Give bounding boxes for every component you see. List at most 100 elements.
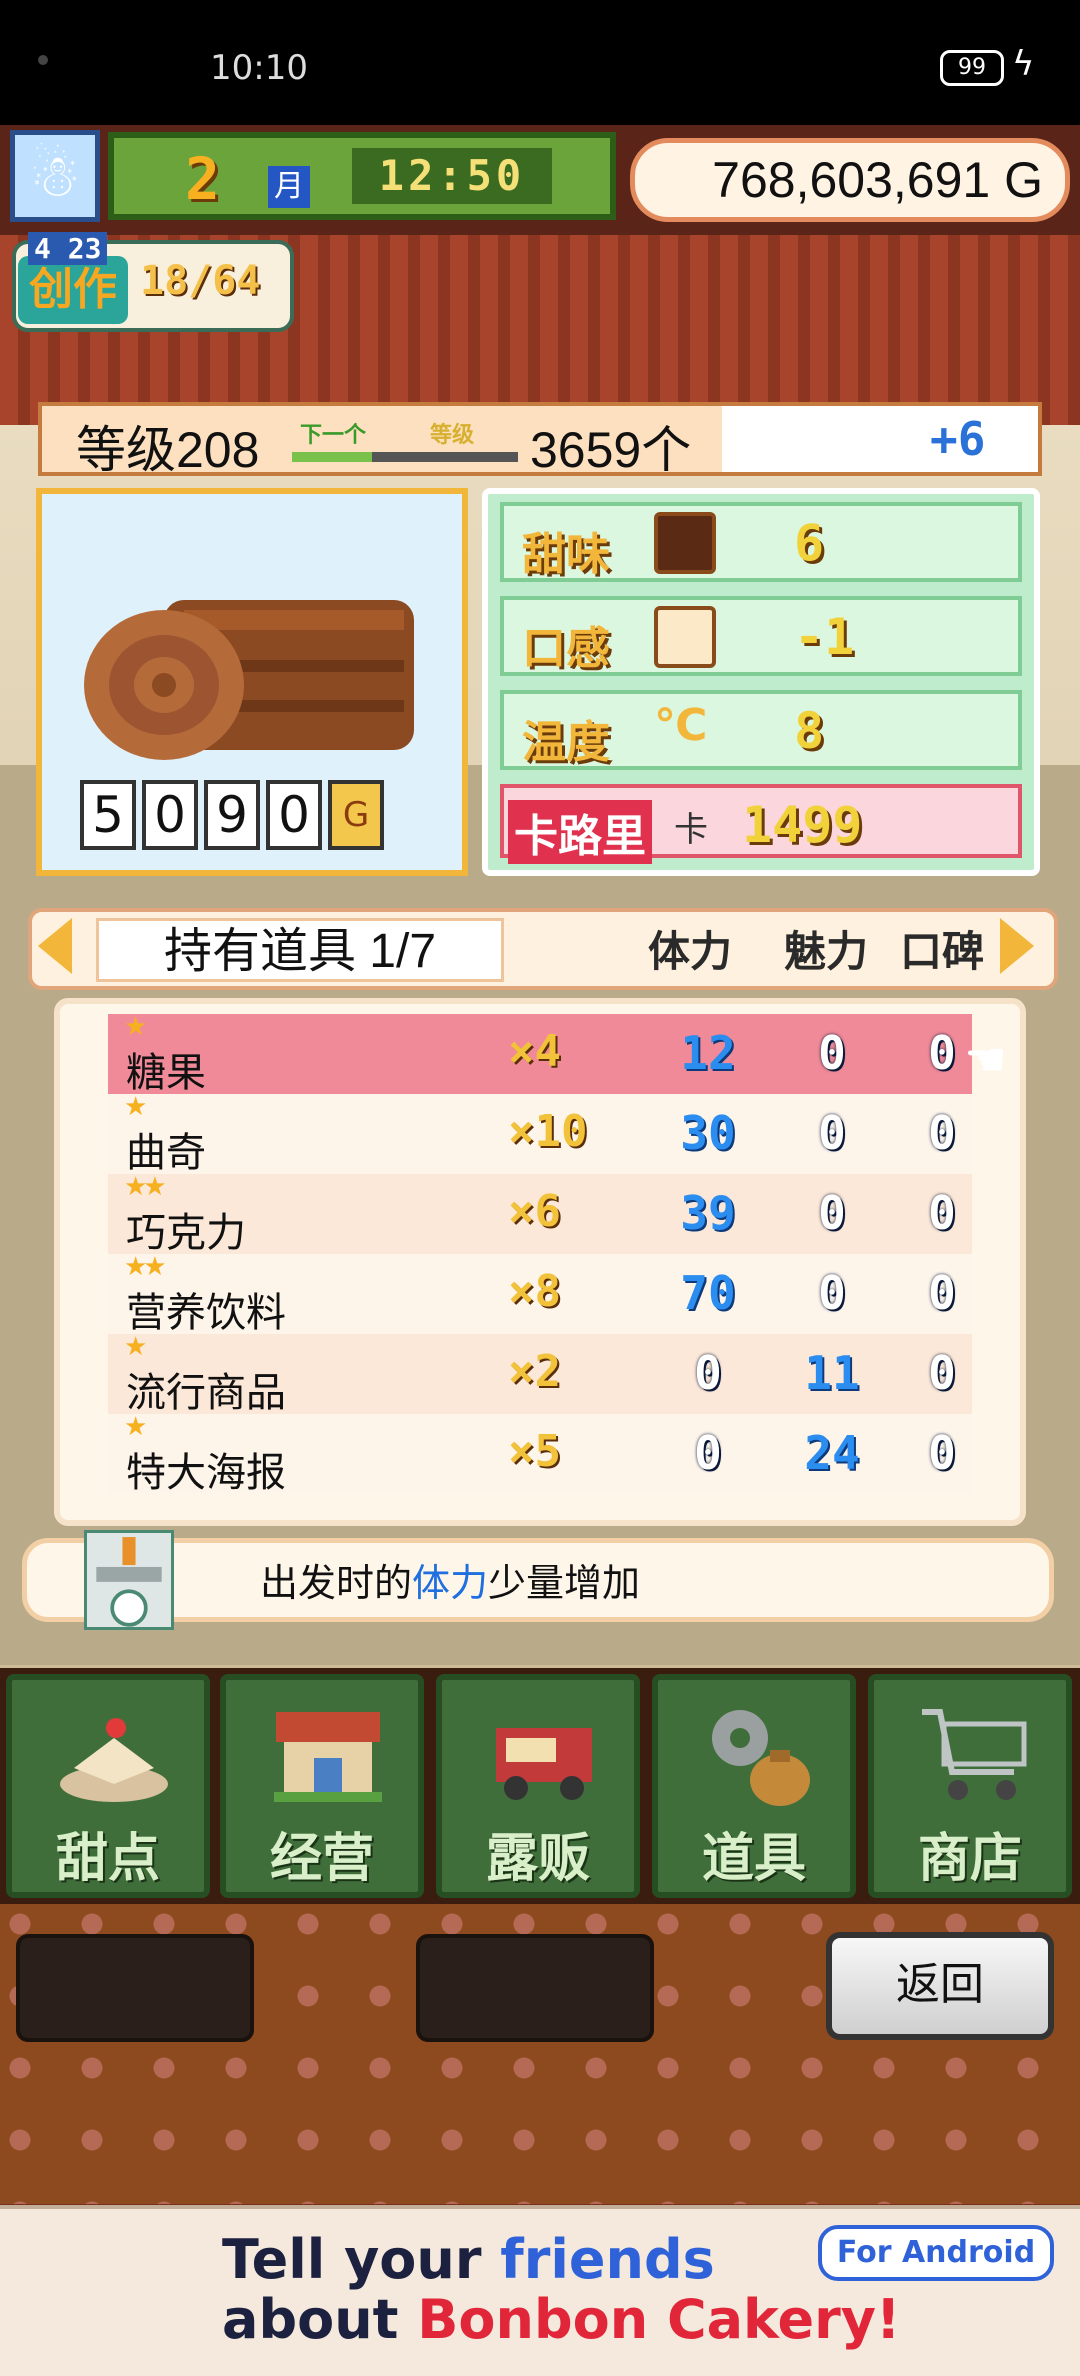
- rarity-stars: ★★: [124, 1172, 167, 1202]
- empty-slot: [16, 1934, 254, 2042]
- stat-label: 口感: [522, 623, 610, 674]
- inventory-row[interactable]: ★ 特大海报 ×5 0 24 0: [108, 1412, 972, 1495]
- price-digit: 5: [80, 780, 136, 850]
- rarity-stars: ★: [124, 1012, 147, 1042]
- menu-label: 商店: [917, 1829, 1022, 1889]
- item-quantity: ×10: [508, 1106, 588, 1157]
- item-stamina: 39: [680, 1186, 736, 1240]
- ad-android-badge: For Android: [818, 2225, 1054, 2281]
- item-name: 巧克力: [126, 1211, 246, 1255]
- stat-label: 甜味: [522, 529, 610, 580]
- month-label: 月: [268, 166, 310, 208]
- snowman-icon[interactable]: ☃: [10, 130, 100, 222]
- ad-highlight: friends: [500, 2228, 715, 2291]
- level-bar-level-label: 等级: [430, 422, 474, 448]
- item-reputation: 0: [928, 1106, 956, 1160]
- status-bar: [0, 0, 1080, 125]
- description-prefix: 出发时的: [260, 1563, 413, 1605]
- pointer-hand-icon: ☚: [964, 1032, 1008, 1088]
- item-quantity: ×4: [508, 1026, 561, 1077]
- description-suffix: 少量增加: [488, 1563, 641, 1605]
- level-text: 等级208: [76, 422, 260, 478]
- inventory-row[interactable]: ★★ 巧克力 ×6 39 0 0: [108, 1172, 972, 1255]
- menu-label: 露贩: [485, 1829, 590, 1889]
- item-charm: 24: [804, 1426, 860, 1480]
- prev-page-arrow[interactable]: [38, 918, 72, 974]
- item-quantity: ×6: [508, 1186, 561, 1237]
- item-description: 出发时的体力少量增加: [260, 1552, 640, 1607]
- menu-button-items[interactable]: 道具: [652, 1674, 856, 1898]
- stat-value: -1: [794, 608, 855, 666]
- month-number: 2: [185, 145, 220, 213]
- item-charm: 0: [818, 1186, 846, 1240]
- item-quantity: ×2: [508, 1346, 561, 1397]
- ad-line-1: Tell your friends: [222, 2228, 715, 2291]
- menu-button-food-truck[interactable]: 露贩: [436, 1674, 640, 1898]
- gold-currency-icon: G: [328, 780, 384, 850]
- item-stamina: 70: [680, 1266, 736, 1320]
- item-charm: 0: [818, 1266, 846, 1320]
- description-highlight: 体力: [412, 1563, 489, 1605]
- next-page-arrow[interactable]: [1000, 918, 1034, 974]
- menu-label: 甜点: [55, 1829, 160, 1889]
- inventory-row[interactable]: ★ 曲奇 ×10 30 0 0: [108, 1092, 972, 1175]
- menu-label: 经营: [269, 1829, 374, 1889]
- cake-roll-image: [84, 600, 414, 760]
- rarity-stars: ★: [124, 1332, 147, 1362]
- items-icon: [712, 1710, 810, 1806]
- item-name: 流行商品: [126, 1371, 286, 1415]
- item-stamina: 0: [694, 1346, 722, 1400]
- create-sub-label: 4 23: [28, 232, 108, 265]
- create-count: 18/64: [140, 258, 261, 304]
- item-name: 营养饮料: [126, 1291, 286, 1335]
- money-display: 768,603,691 G: [630, 138, 1070, 222]
- create-label: 创作: [18, 256, 128, 324]
- rarity-stars: ★: [124, 1412, 147, 1442]
- menu-button-dessert[interactable]: 甜点: [6, 1674, 210, 1898]
- item-quantity: ×5: [508, 1426, 561, 1477]
- menu-button-management[interactable]: 经营: [220, 1674, 424, 1898]
- item-charm: 0: [818, 1106, 846, 1160]
- price-digit: 0: [142, 780, 198, 850]
- bonus-plus: +6: [930, 412, 986, 466]
- stat-value: 6: [794, 514, 825, 572]
- stat-row-texture: 口感 -1: [500, 596, 1022, 676]
- battery-icon: 99: [940, 50, 1004, 86]
- charging-icon: ϟ: [1012, 44, 1035, 84]
- column-charm: 魅力: [784, 927, 869, 976]
- cake-icon: [60, 1718, 168, 1802]
- inventory-row[interactable]: ★★ 营养饮料 ×8 70 0 0: [108, 1252, 972, 1335]
- scale-icon: [84, 1530, 174, 1630]
- item-reputation: 0: [928, 1266, 956, 1320]
- level-progress-bar: 下一个 等级: [292, 422, 518, 462]
- item-name: 曲奇: [126, 1131, 206, 1175]
- rarity-stars: ★★: [124, 1252, 167, 1282]
- level-bar-next-label: 下一个: [300, 423, 367, 448]
- item-name: 特大海报: [126, 1451, 286, 1495]
- ad-text: about: [222, 2288, 418, 2351]
- inventory-row[interactable]: ★ 糖果 ×4 12 0 0: [108, 1012, 972, 1095]
- cart-icon: [922, 1709, 1027, 1800]
- ad-text: Tell your: [222, 2228, 501, 2291]
- stat-label: 温度: [522, 717, 610, 768]
- inventory-row[interactable]: ★ 流行商品 ×2 0 11 0: [108, 1332, 972, 1415]
- item-reputation: 0: [928, 1186, 956, 1240]
- calorie-value: 1499: [742, 796, 863, 854]
- food-truck-icon: [496, 1728, 592, 1800]
- column-stamina: 体力: [648, 927, 733, 976]
- menu-button-store[interactable]: 商店: [868, 1674, 1072, 1898]
- stat-row-calorie: 卡路里 卡 1499: [500, 784, 1022, 864]
- item-charm: 11: [804, 1346, 860, 1400]
- price-digit: 0: [266, 780, 322, 850]
- rarity-stars: ★: [124, 1092, 147, 1122]
- inventory-title: 持有道具 1/7: [96, 918, 504, 982]
- stat-value: 8: [794, 702, 825, 760]
- calorie-label: 卡路里: [508, 800, 652, 864]
- empty-slot: [416, 1934, 654, 2042]
- ad-highlight: Bonbon Cakery!: [417, 2288, 901, 2351]
- ad-line-2: about Bonbon Cakery!: [222, 2288, 901, 2351]
- back-button[interactable]: 返回: [826, 1932, 1054, 2040]
- column-reputation: 口碑: [900, 927, 985, 976]
- celsius-icon: ℃: [654, 700, 708, 751]
- item-reputation: 0: [928, 1426, 956, 1480]
